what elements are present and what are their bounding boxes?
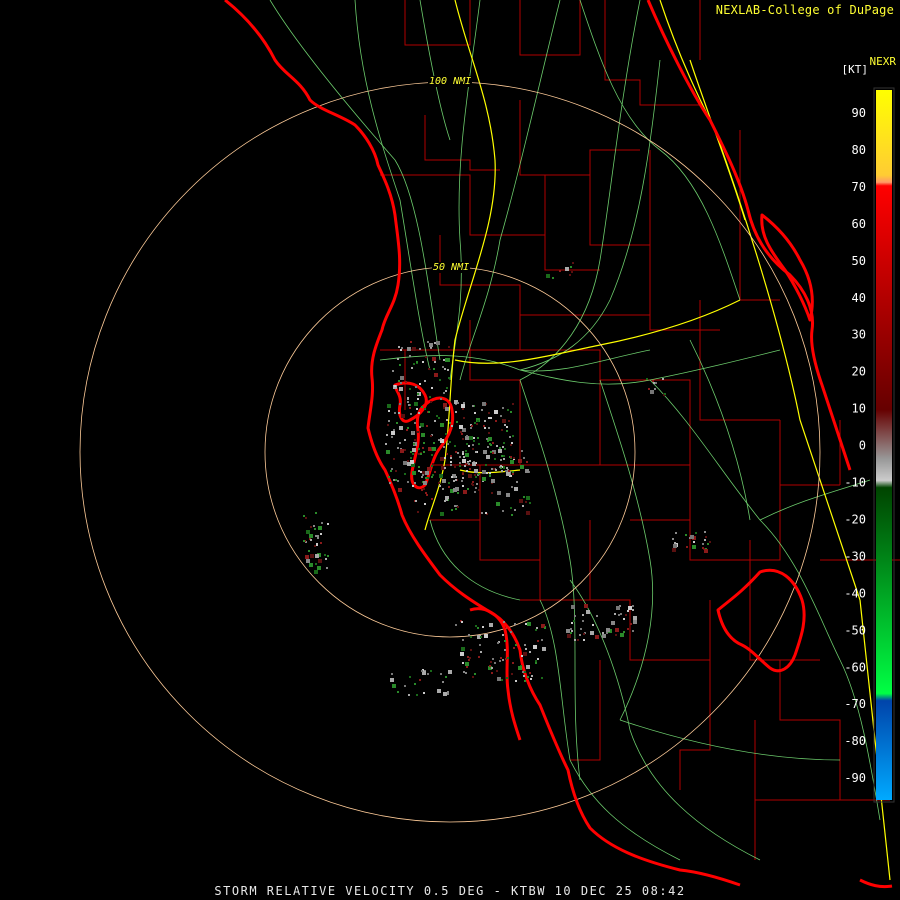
legend-tick-label: -30	[844, 549, 866, 563]
radar-map: 90 80 70 60 50 40 30 20 10 0 -10 -20 -30 -40 -50 -60 -70…	[0, 0, 900, 900]
legend-tick-label: -70	[844, 697, 866, 711]
legend-tick-label: 0	[859, 439, 866, 453]
legend-tick-label: 70	[852, 180, 866, 194]
product-title: STORM RELATIVE VELOCITY 0.5 DEG - KTBW 1…	[214, 884, 686, 898]
legend-tick-label: 50	[852, 254, 866, 268]
legend-tick-label: -90	[844, 771, 866, 785]
legend-tick-label: -10	[844, 476, 866, 490]
range-label-50: 50 NMI	[432, 262, 471, 273]
legend-tick-label: 60	[852, 217, 866, 231]
legend-tick-label: -40	[844, 586, 866, 600]
product-label: NEXR	[869, 55, 897, 68]
legend-color-bar	[876, 90, 892, 800]
legend-tick-label: -20	[844, 513, 866, 527]
legend-tick-label: 80	[852, 143, 866, 157]
legend-tick-label: -50	[844, 623, 866, 637]
legend-tick-label: 10	[852, 402, 866, 416]
range-label-100: 100 NMI	[428, 76, 473, 87]
legend-tick-label: -60	[844, 660, 866, 674]
legend-tick-label: 30	[852, 328, 866, 342]
legend-tick-label: 20	[852, 365, 866, 379]
legend-tick-label: 40	[852, 291, 866, 305]
legend-tick-label: 90	[852, 106, 866, 120]
legend-tick-label: -80	[844, 734, 866, 748]
credit-label: NEXLAB-College of DuPage	[715, 3, 894, 17]
units-label: [KT]	[841, 63, 869, 76]
